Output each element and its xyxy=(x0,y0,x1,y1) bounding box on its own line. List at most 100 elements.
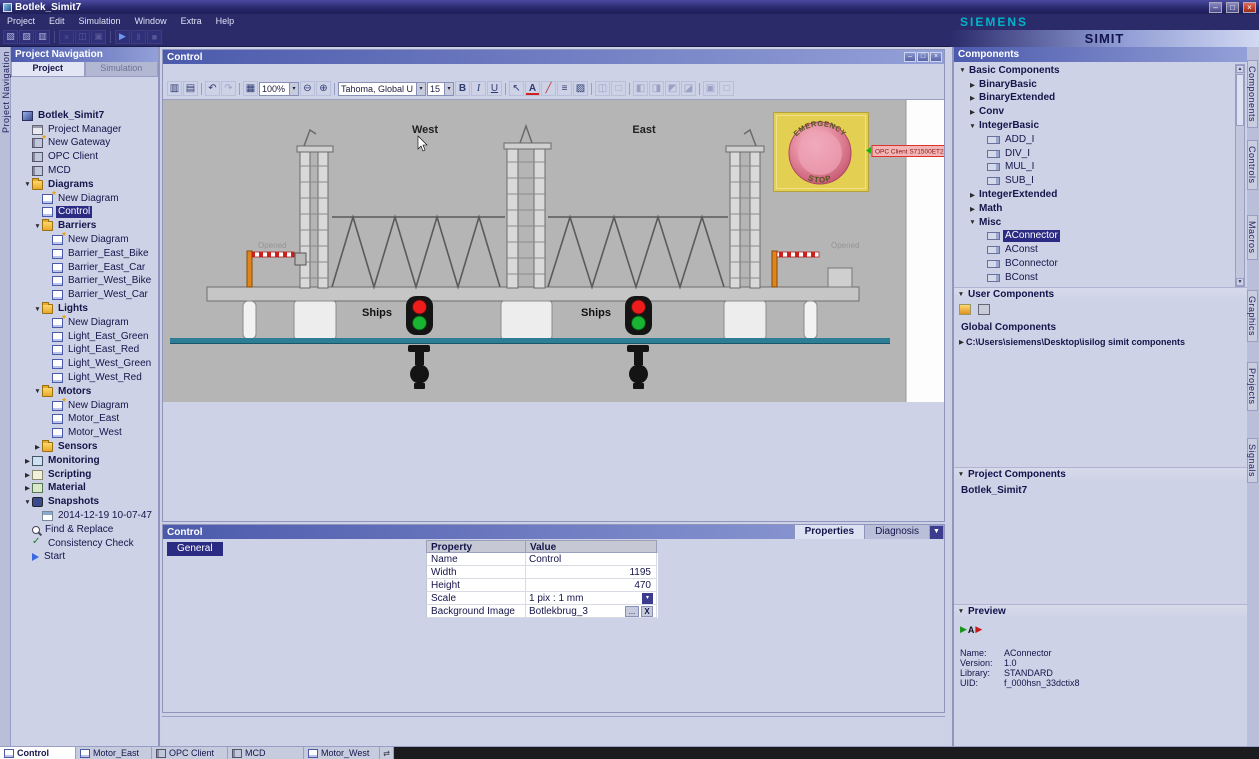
expand-icon[interactable]: ▶ xyxy=(23,457,32,465)
nav-item-light-west-red[interactable]: Light_West_Red xyxy=(11,371,158,385)
nav-item-new-diagram[interactable]: New Diagram xyxy=(11,233,158,247)
nav-item-barrier-west-bike[interactable]: Barrier_West_Bike xyxy=(11,275,158,289)
nav-item-monitoring[interactable]: ▶Monitoring xyxy=(11,454,158,468)
property-value[interactable]: 470 xyxy=(526,579,657,592)
nav-item-light-west-green[interactable]: Light_West_Green xyxy=(11,357,158,371)
expand-icon[interactable]: ▶ xyxy=(968,94,977,102)
general-section-item[interactable]: General xyxy=(167,542,223,556)
start-simulation-icon[interactable]: ▶ xyxy=(115,30,130,44)
user-components-path-item[interactable]: ▶ C:\Users\siemens\Desktop\isilog simit … xyxy=(954,333,1247,347)
save-project-icon[interactable]: ▥ xyxy=(35,30,50,44)
component-integerextended[interactable]: ▶IntegerExtended xyxy=(956,188,1234,202)
preview-section-header[interactable]: ▼ Preview xyxy=(954,604,1247,618)
nav-item-light-east-green[interactable]: Light_East_Green xyxy=(11,330,158,344)
font-size-select[interactable]: 15▾ xyxy=(427,82,454,96)
components-scrollbar[interactable]: ▲ ▼ xyxy=(1235,64,1245,287)
nav-item-control[interactable]: Control xyxy=(11,206,158,220)
underline-button[interactable]: U xyxy=(487,81,502,96)
nav-item-motors[interactable]: ▼Motors xyxy=(11,385,158,399)
property-value[interactable]: Control xyxy=(526,553,657,566)
zoom-in-icon[interactable]: ⊕ xyxy=(316,81,331,96)
bold-button[interactable]: B xyxy=(455,81,470,96)
line-color-icon[interactable]: ╱ xyxy=(541,81,556,96)
nav-item-new-diagram[interactable]: New Diagram xyxy=(11,399,158,413)
nav-item-motor-west[interactable]: Motor_West xyxy=(11,426,158,440)
side-tab-macros[interactable]: Macros xyxy=(1247,215,1258,260)
browse-button[interactable]: ... xyxy=(625,606,639,617)
global-components-item[interactable]: Global Components xyxy=(954,318,1247,333)
nav-item-scripting[interactable]: ▶Scripting xyxy=(11,468,158,482)
scroll-down-icon[interactable]: ▼ xyxy=(1236,278,1244,286)
new-user-component-icon[interactable] xyxy=(959,304,971,315)
tab-properties[interactable]: Properties xyxy=(794,525,864,539)
expand-icon[interactable]: ▶ xyxy=(33,443,42,451)
fill-color-icon[interactable]: ▨ xyxy=(573,81,588,96)
taskbar-tab-motor-west[interactable]: Motor_West xyxy=(304,747,380,759)
nav-item-new-gateway[interactable]: New Gateway xyxy=(11,137,158,151)
collapse-icon[interactable]: ▼ xyxy=(23,181,32,188)
save-icon[interactable]: ▥ xyxy=(167,81,182,96)
pointer-tool-icon[interactable]: ↖ xyxy=(509,81,524,96)
collapse-icon[interactable]: ▼ xyxy=(33,388,42,395)
property-value[interactable]: 1195 xyxy=(526,566,657,579)
component-bconnector[interactable]: BConnector xyxy=(956,257,1234,271)
nav-item-snapshots[interactable]: ▼Snapshots xyxy=(11,495,158,509)
undo-icon[interactable]: ↶ xyxy=(205,81,220,96)
side-tab-projects[interactable]: Projects xyxy=(1247,362,1258,411)
nav-item-consistency-check[interactable]: Consistency Check xyxy=(11,537,158,551)
tab-diagnosis[interactable]: Diagnosis xyxy=(864,525,929,539)
nav-item-project-manager[interactable]: Project Manager xyxy=(11,123,158,137)
ship-traffic-light-east[interactable] xyxy=(625,296,652,335)
scroll-up-icon[interactable]: ▲ xyxy=(1236,65,1244,73)
menu-item-extra[interactable]: Extra xyxy=(174,16,209,26)
nav-item-sensors[interactable]: ▶Sensors xyxy=(11,440,158,454)
collapse-icon[interactable]: ▼ xyxy=(968,219,977,226)
taskbar-overflow-icon[interactable]: ⇄ xyxy=(380,747,394,759)
nav-tab-simulation[interactable]: Simulation xyxy=(85,62,159,77)
collapse-icon[interactable]: ▼ xyxy=(968,123,977,130)
collapse-icon[interactable]: ▼ xyxy=(33,306,42,313)
maximize-button[interactable]: □ xyxy=(1226,2,1239,13)
expand-icon[interactable]: ▶ xyxy=(968,205,977,213)
nav-item-light-east-red[interactable]: Light_East_Red xyxy=(11,344,158,358)
component-basic-components[interactable]: ▼Basic Components xyxy=(956,64,1234,78)
nav-item-material[interactable]: ▶Material xyxy=(11,482,158,496)
combo-arrow-icon[interactable]: ▾ xyxy=(444,83,453,95)
expand-icon[interactable]: ▶ xyxy=(968,191,977,199)
clear-button[interactable]: X xyxy=(641,606,653,617)
nav-tab-project[interactable]: Project xyxy=(11,62,85,77)
project-components-item[interactable]: Botlek_Simit7 xyxy=(954,481,1247,496)
dropdown-arrow-icon[interactable]: ▾ xyxy=(642,593,653,604)
close-button[interactable]: × xyxy=(1243,2,1256,13)
side-tab-controls[interactable]: Controls xyxy=(1247,140,1258,190)
taskbar-tab-opc-client[interactable]: OPC Client xyxy=(152,747,228,759)
component-binaryextended[interactable]: ▶BinaryExtended xyxy=(956,92,1234,106)
expand-icon[interactable]: ▶ xyxy=(23,471,32,479)
nav-item-barriers[interactable]: ▼Barriers xyxy=(11,219,158,233)
menu-item-project[interactable]: Project xyxy=(0,16,42,26)
nav-item-barrier-east-car[interactable]: Barrier_East_Car xyxy=(11,261,158,275)
italic-button[interactable]: I xyxy=(471,81,486,96)
nav-item-barrier-east-bike[interactable]: Barrier_East_Bike xyxy=(11,247,158,261)
import-user-component-icon[interactable] xyxy=(978,304,990,315)
component-div-i[interactable]: DIV_I xyxy=(956,147,1234,161)
expand-icon[interactable]: ▶ xyxy=(968,108,977,116)
component-bconst[interactable]: BConst xyxy=(956,271,1234,285)
side-tab-project-navigation[interactable]: Project Navigation xyxy=(1,51,11,133)
zoom-out-icon[interactable]: ⊖ xyxy=(300,81,315,96)
component-sub-i[interactable]: SUB_I xyxy=(956,174,1234,188)
combo-arrow-icon[interactable]: ▾ xyxy=(289,83,298,95)
collapse-icon[interactable]: ▼ xyxy=(957,608,965,615)
component-mul-i[interactable]: MUL_I xyxy=(956,161,1234,175)
side-tab-signals[interactable]: Signals xyxy=(1247,438,1258,483)
doc-close-button[interactable]: × xyxy=(930,52,942,62)
doc-minimize-button[interactable]: – xyxy=(904,52,916,62)
property-value[interactable]: 1 pix : 1 mm▾ xyxy=(526,592,657,605)
minimize-button[interactable]: – xyxy=(1209,2,1222,13)
component-misc[interactable]: ▼Misc xyxy=(956,216,1234,230)
component-integerbasic[interactable]: ▼IntegerBasic xyxy=(956,119,1234,133)
taskbar-tab-control[interactable]: Control xyxy=(0,747,76,759)
grid-icon[interactable]: ▦ xyxy=(243,81,258,96)
nav-item-diagrams[interactable]: ▼Diagrams xyxy=(11,178,158,192)
props-tab-dropdown-icon[interactable]: ▼ xyxy=(930,526,943,539)
